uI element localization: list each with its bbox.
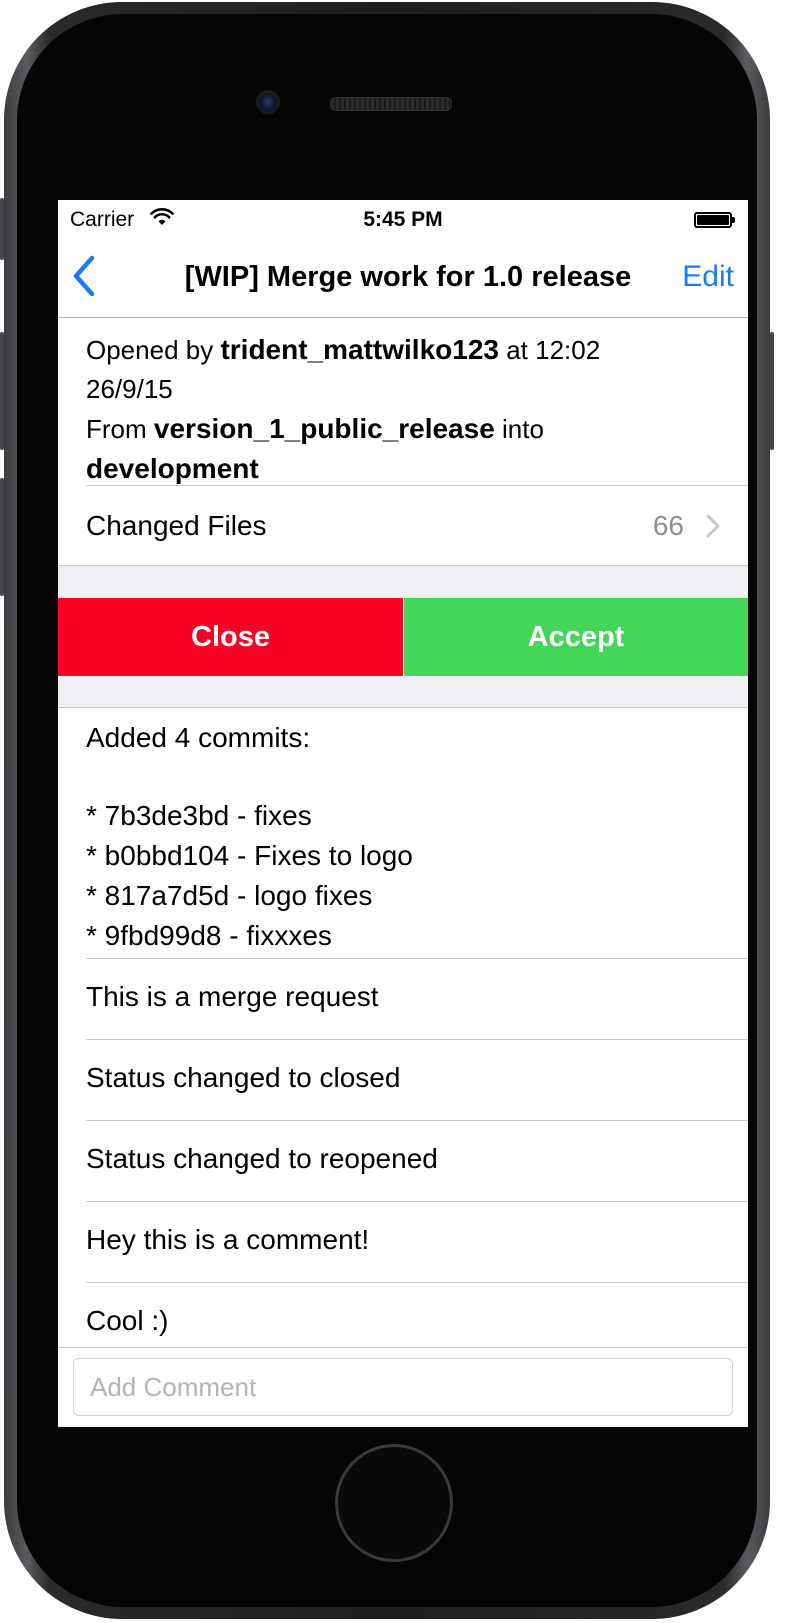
comment-input-bar [58, 1347, 748, 1427]
comment-item: This is a merge request [86, 981, 379, 1012]
target-branch: development [86, 453, 259, 484]
commit-item: * 817a7d5d - logo fixes [86, 880, 373, 911]
section-gap-bottom [58, 676, 748, 708]
commit-item: * 9fbd99d8 - fixxxes [86, 920, 332, 951]
status-bar: Carrier 5:45 PM [58, 200, 748, 240]
earpiece-speaker [330, 97, 452, 111]
mute-switch [0, 198, 4, 260]
power-button [770, 332, 774, 450]
changed-files-label: Changed Files [86, 510, 267, 541]
page-title: [WIP] Merge work for 1.0 release [184, 261, 632, 293]
into-word: into [502, 414, 544, 444]
from-word: From [86, 414, 147, 444]
opened-by-prefix: Opened by [86, 335, 214, 365]
battery-icon [694, 212, 735, 228]
phone-device: Carrier 5:45 PM [WIP] Merge work for 1.0… [0, 2, 774, 1619]
add-comment-input[interactable] [73, 1358, 733, 1416]
close-button[interactable]: Close [58, 598, 403, 676]
at-word: at [506, 335, 528, 365]
source-branch: version_1_public_release [153, 413, 495, 444]
commits-spacer [86, 758, 720, 796]
changed-files-row[interactable]: Changed Files 66 [58, 486, 748, 566]
opened-time: 12:02 [535, 335, 601, 365]
volume-down-button [0, 478, 4, 596]
commit-item: * b0bbd104 - Fixes to logo [86, 840, 413, 871]
changed-files-count: 66 [652, 510, 684, 541]
comment-item: Status changed to reopened [86, 1143, 438, 1174]
status-time: 5:45 PM [363, 208, 443, 231]
comment-item: Status changed to closed [86, 1062, 401, 1093]
home-button[interactable] [335, 1444, 453, 1562]
app-screen: Carrier 5:45 PM [WIP] Merge work for 1.0… [58, 200, 748, 1427]
edit-button[interactable]: Edit [682, 260, 734, 294]
author-name: trident_mattwilko123 [220, 334, 499, 365]
merge-request-info: Opened by trident_mattwilko123 at 12:02 … [58, 318, 748, 486]
branch-line: From version_1_public_release into devel… [86, 409, 720, 489]
section-gap-top [58, 566, 748, 598]
opened-date: 26/9/15 [86, 374, 173, 404]
comment-item: Hey this is a comment! [86, 1224, 370, 1255]
opened-by-line: Opened by trident_mattwilko123 at 12:02 … [86, 330, 720, 409]
chevron-right-icon [706, 514, 720, 538]
commit-item: * 7b3de3bd - fixes [86, 800, 312, 831]
navigation-bar: [WIP] Merge work for 1.0 release Edit [58, 240, 748, 318]
commits-header: Added 4 commits: [86, 722, 311, 753]
commits-event: Added 4 commits: * 7b3de3bd - fixes * b0… [58, 708, 748, 958]
front-camera [256, 90, 280, 114]
accept-button[interactable]: Accept [404, 598, 748, 676]
volume-up-button [0, 332, 4, 450]
